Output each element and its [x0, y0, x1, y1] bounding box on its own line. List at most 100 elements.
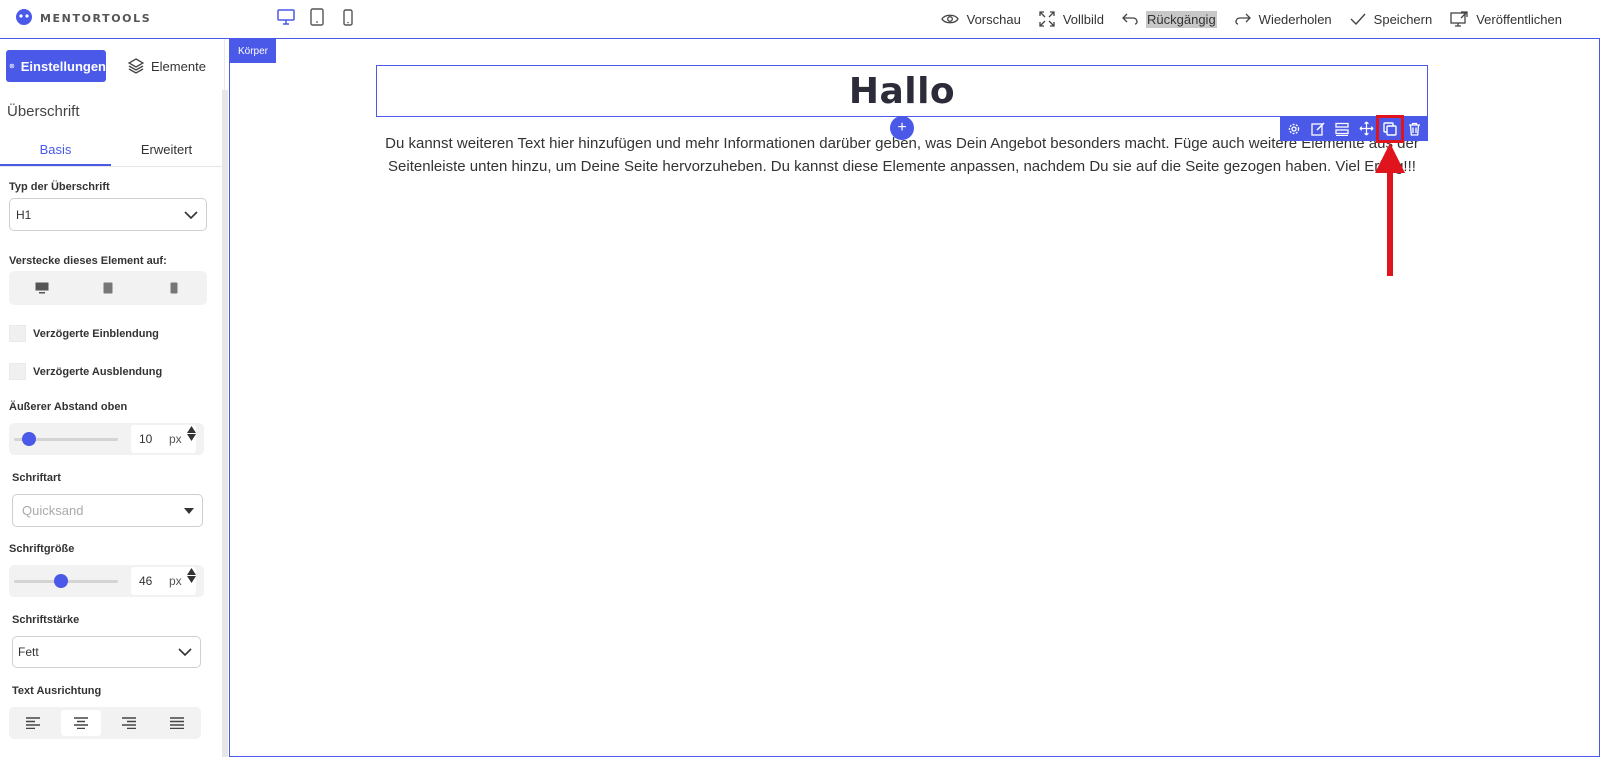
arrow-down-icon — [187, 434, 196, 441]
chevron-down-icon — [184, 210, 198, 219]
section-title: Überschrift — [7, 103, 80, 120]
heading-type-value: H1 — [16, 207, 32, 222]
undo-button[interactable]: Rückgängig — [1122, 10, 1217, 28]
redo-label: Wiederholen — [1258, 11, 1332, 27]
sidebar-main-tabs: Einstellungen Elemente — [6, 50, 206, 82]
heading-text[interactable]: Hallo — [849, 71, 955, 112]
tablet-icon — [310, 8, 324, 26]
edit-icon — [1311, 121, 1325, 136]
align-center-icon — [74, 717, 88, 729]
tab-elements-label: Elemente — [151, 58, 206, 74]
element-layout-button[interactable] — [1331, 118, 1353, 140]
logo-icon — [14, 8, 34, 28]
tab-settings[interactable]: Einstellungen — [6, 50, 106, 82]
mobile-view-button[interactable] — [338, 7, 358, 27]
hide-label: Verstecke dieses Element auf: — [9, 255, 167, 267]
heading-element[interactable]: Hallo — [376, 65, 1428, 117]
subtab-advanced[interactable]: Erweitert — [111, 139, 222, 166]
font-placeholder: Quicksand — [22, 503, 84, 518]
font-size-value: 46 — [139, 574, 153, 588]
align-label: Text Ausrichtung — [12, 685, 102, 697]
align-justify-button[interactable] — [157, 710, 197, 736]
font-size-slider-thumb[interactable] — [53, 574, 68, 588]
caret-down-icon — [184, 507, 194, 514]
tablet-view-button[interactable] — [307, 7, 327, 27]
delayed-hide-checkbox[interactable] — [9, 363, 26, 380]
heading-type-label: Typ der Überschrift — [9, 181, 110, 193]
font-size-stepper[interactable] — [187, 568, 196, 583]
margin-top-label: Äußerer Abstand oben — [9, 401, 128, 413]
sidebar-scrollbar[interactable] — [222, 90, 228, 757]
fullscreen-icon — [1039, 11, 1055, 27]
desktop-icon — [277, 9, 295, 25]
align-left-button[interactable] — [13, 710, 53, 736]
element-edit-button[interactable] — [1307, 118, 1329, 140]
publish-button[interactable]: Veröffentlichen — [1450, 11, 1562, 27]
delayed-hide-label: Verzögerte Ausblendung — [33, 365, 163, 378]
align-right-icon — [122, 717, 136, 729]
eye-icon — [940, 14, 959, 24]
desktop-view-button[interactable] — [276, 7, 296, 27]
font-select[interactable]: Quicksand — [12, 494, 203, 527]
redo-button[interactable]: Wiederholen — [1235, 12, 1332, 27]
hide-desktop-button[interactable] — [27, 276, 57, 300]
editor-canvas[interactable]: Körper Hallo Du kannst weiteren Text hie… — [229, 39, 1600, 757]
delayed-show-checkbox[interactable] — [9, 325, 26, 342]
font-size-control: 46 px — [9, 565, 204, 597]
font-weight-label: Schriftstärke — [12, 614, 80, 626]
arrow-down-icon — [187, 576, 196, 583]
arrow-up-icon — [187, 568, 196, 575]
margin-top-control: 10 px — [9, 423, 204, 455]
top-bar: MENTORTOOLS Vorschau Vollbild Rückgängig… — [0, 0, 1600, 39]
margin-top-slider-thumb[interactable] — [21, 432, 36, 446]
check-icon — [1350, 13, 1366, 25]
gear-icon — [1288, 123, 1300, 134]
body-tag[interactable]: Körper — [230, 39, 276, 63]
trash-icon — [1408, 122, 1420, 136]
align-center-button[interactable] — [61, 710, 101, 736]
font-weight-value: Fett — [18, 645, 39, 659]
tab-settings-label: Einstellungen — [20, 58, 106, 74]
element-settings-button[interactable] — [1283, 118, 1305, 140]
topbar-actions: Vorschau Vollbild Rückgängig Wiederholen… — [923, 0, 1562, 38]
text-align-group — [9, 707, 201, 739]
font-weight-select[interactable]: Fett — [12, 636, 201, 668]
add-element-button[interactable]: + — [890, 116, 914, 140]
delayed-hide-row: Verzögerte Ausblendung — [9, 363, 162, 380]
element-duplicate-button[interactable] — [1376, 114, 1404, 143]
align-left-icon — [26, 717, 40, 729]
hide-tablet-button[interactable] — [93, 276, 123, 300]
heading-type-select[interactable]: H1 — [9, 198, 207, 231]
mobile-icon — [343, 8, 353, 26]
subtab-basic[interactable]: Basis — [0, 139, 111, 166]
sidebar-subtabs: Basis Erweitert — [0, 139, 222, 167]
hide-mobile-button[interactable] — [159, 276, 189, 300]
publish-label: Veröffentlichen — [1476, 11, 1562, 27]
undo-label: Rückgängig — [1146, 10, 1217, 28]
brand-name: MENTORTOOLS — [40, 11, 152, 25]
preview-label: Vorschau — [966, 11, 1021, 27]
fullscreen-label: Vollbild — [1062, 11, 1105, 27]
tab-elements[interactable]: Elemente — [128, 58, 206, 74]
align-right-button[interactable] — [109, 710, 149, 736]
save-button[interactable]: Speichern — [1350, 12, 1432, 27]
publish-icon — [1450, 11, 1468, 27]
margin-top-stepper[interactable] — [187, 426, 196, 441]
settings-sidebar: Einstellungen Elemente Überschrift Basis… — [0, 39, 225, 757]
mobile-icon — [170, 282, 178, 294]
brand-logo[interactable]: MENTORTOOLS — [14, 8, 151, 28]
margin-top-value: 10 — [139, 432, 153, 446]
element-delete-button[interactable] — [1403, 118, 1425, 140]
fullscreen-button[interactable]: Vollbild — [1039, 11, 1104, 27]
align-justify-icon — [170, 717, 184, 729]
device-switcher — [276, 7, 358, 27]
undo-icon — [1122, 13, 1138, 25]
annotation-arrow-icon — [1375, 143, 1405, 276]
move-icon — [1359, 121, 1373, 136]
duplicate-icon — [1383, 121, 1397, 136]
delayed-show-label: Verzögerte Einblendung — [33, 327, 159, 340]
preview-button[interactable]: Vorschau — [940, 11, 1021, 27]
gear-icon — [9, 63, 15, 69]
font-size-label: Schriftgröße — [9, 543, 75, 555]
element-move-button[interactable] — [1355, 118, 1377, 140]
